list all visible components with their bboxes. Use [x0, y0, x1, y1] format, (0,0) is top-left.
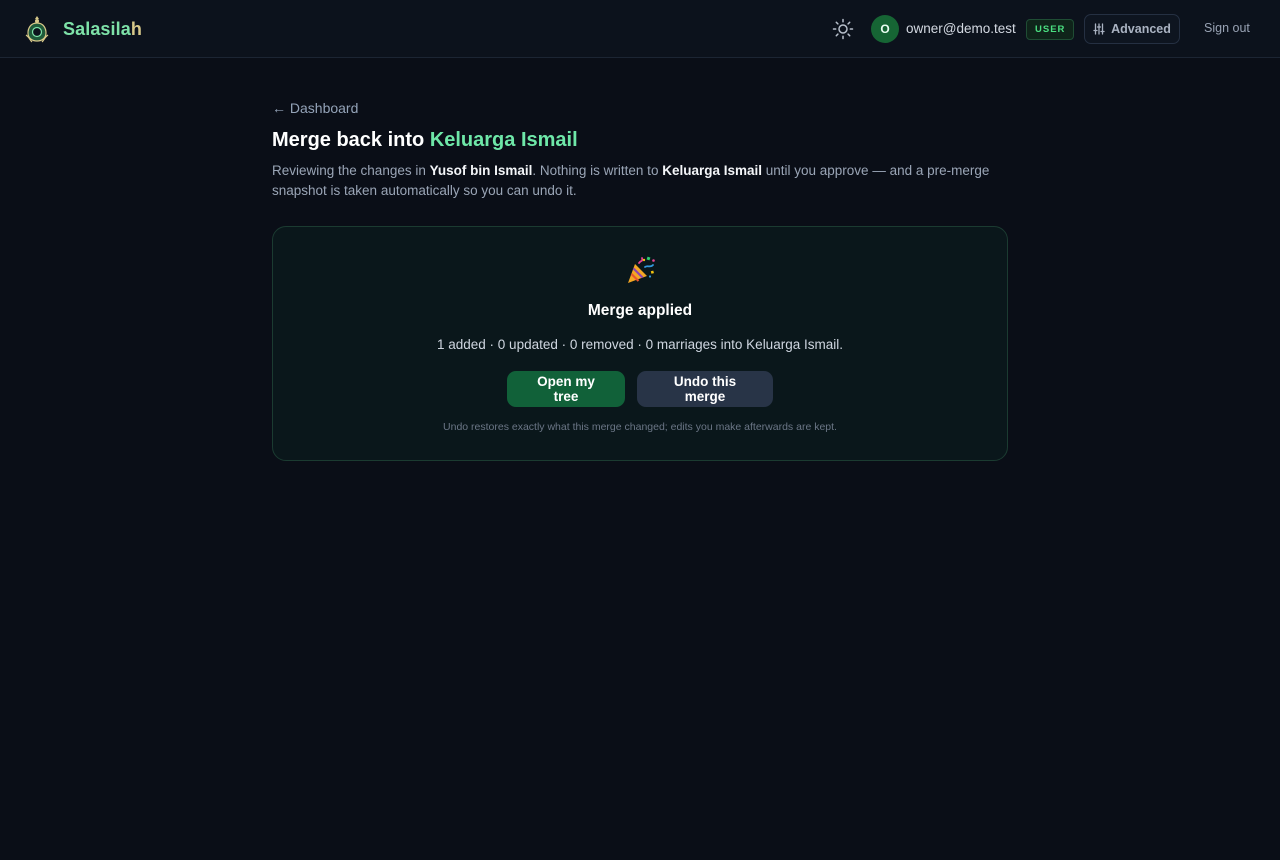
merge-result-card: Merge applied 1 added · 0 updated · 0 re…	[272, 226, 1008, 461]
brand[interactable]: Salasilah	[24, 14, 142, 44]
page-description: Reviewing the changes in Yusof bin Ismai…	[272, 163, 990, 198]
top-bar: Salasilah O owner@demo.test USER Advance…	[0, 0, 1280, 58]
user-email: owner@demo.test	[906, 21, 1016, 36]
back-to-dashboard-link[interactable]: ← Dashboard	[272, 100, 358, 118]
undo-merge-button[interactable]: Undo this merge	[637, 371, 773, 407]
sun-icon[interactable]	[832, 18, 854, 40]
merge-target-name: Keluarga Ismail	[429, 129, 578, 151]
target-tree-name: Keluarga Ismail	[662, 163, 762, 178]
source-tree-name: Yusof bin Ismail	[429, 163, 533, 178]
avatar[interactable]: O	[871, 15, 899, 43]
merge-summary: 1 added · 0 updated · 0 removed · 0 marr…	[437, 337, 843, 352]
main-content: ← Dashboard Merge back into Keluarga Ism…	[272, 100, 1008, 461]
advanced-button[interactable]: Advanced	[1084, 14, 1180, 44]
party-popper-icon	[628, 256, 655, 283]
sign-out-link[interactable]: Sign out	[1204, 21, 1250, 35]
advanced-label: Advanced	[1111, 22, 1171, 36]
page-title: Merge back into Keluarga Ismail	[272, 129, 578, 151]
brand-name: Salasilah	[63, 18, 142, 39]
open-tree-button[interactable]: Open my tree	[507, 371, 625, 407]
role-badge: USER	[1026, 19, 1075, 40]
sliders-icon	[1093, 23, 1105, 35]
result-actions: Open my tree Undo this merge	[273, 371, 1007, 407]
family-crest-icon	[25, 16, 49, 43]
result-title: Merge applied	[587, 302, 693, 319]
undo-note: Undo restores exactly what this merge ch…	[443, 421, 837, 433]
